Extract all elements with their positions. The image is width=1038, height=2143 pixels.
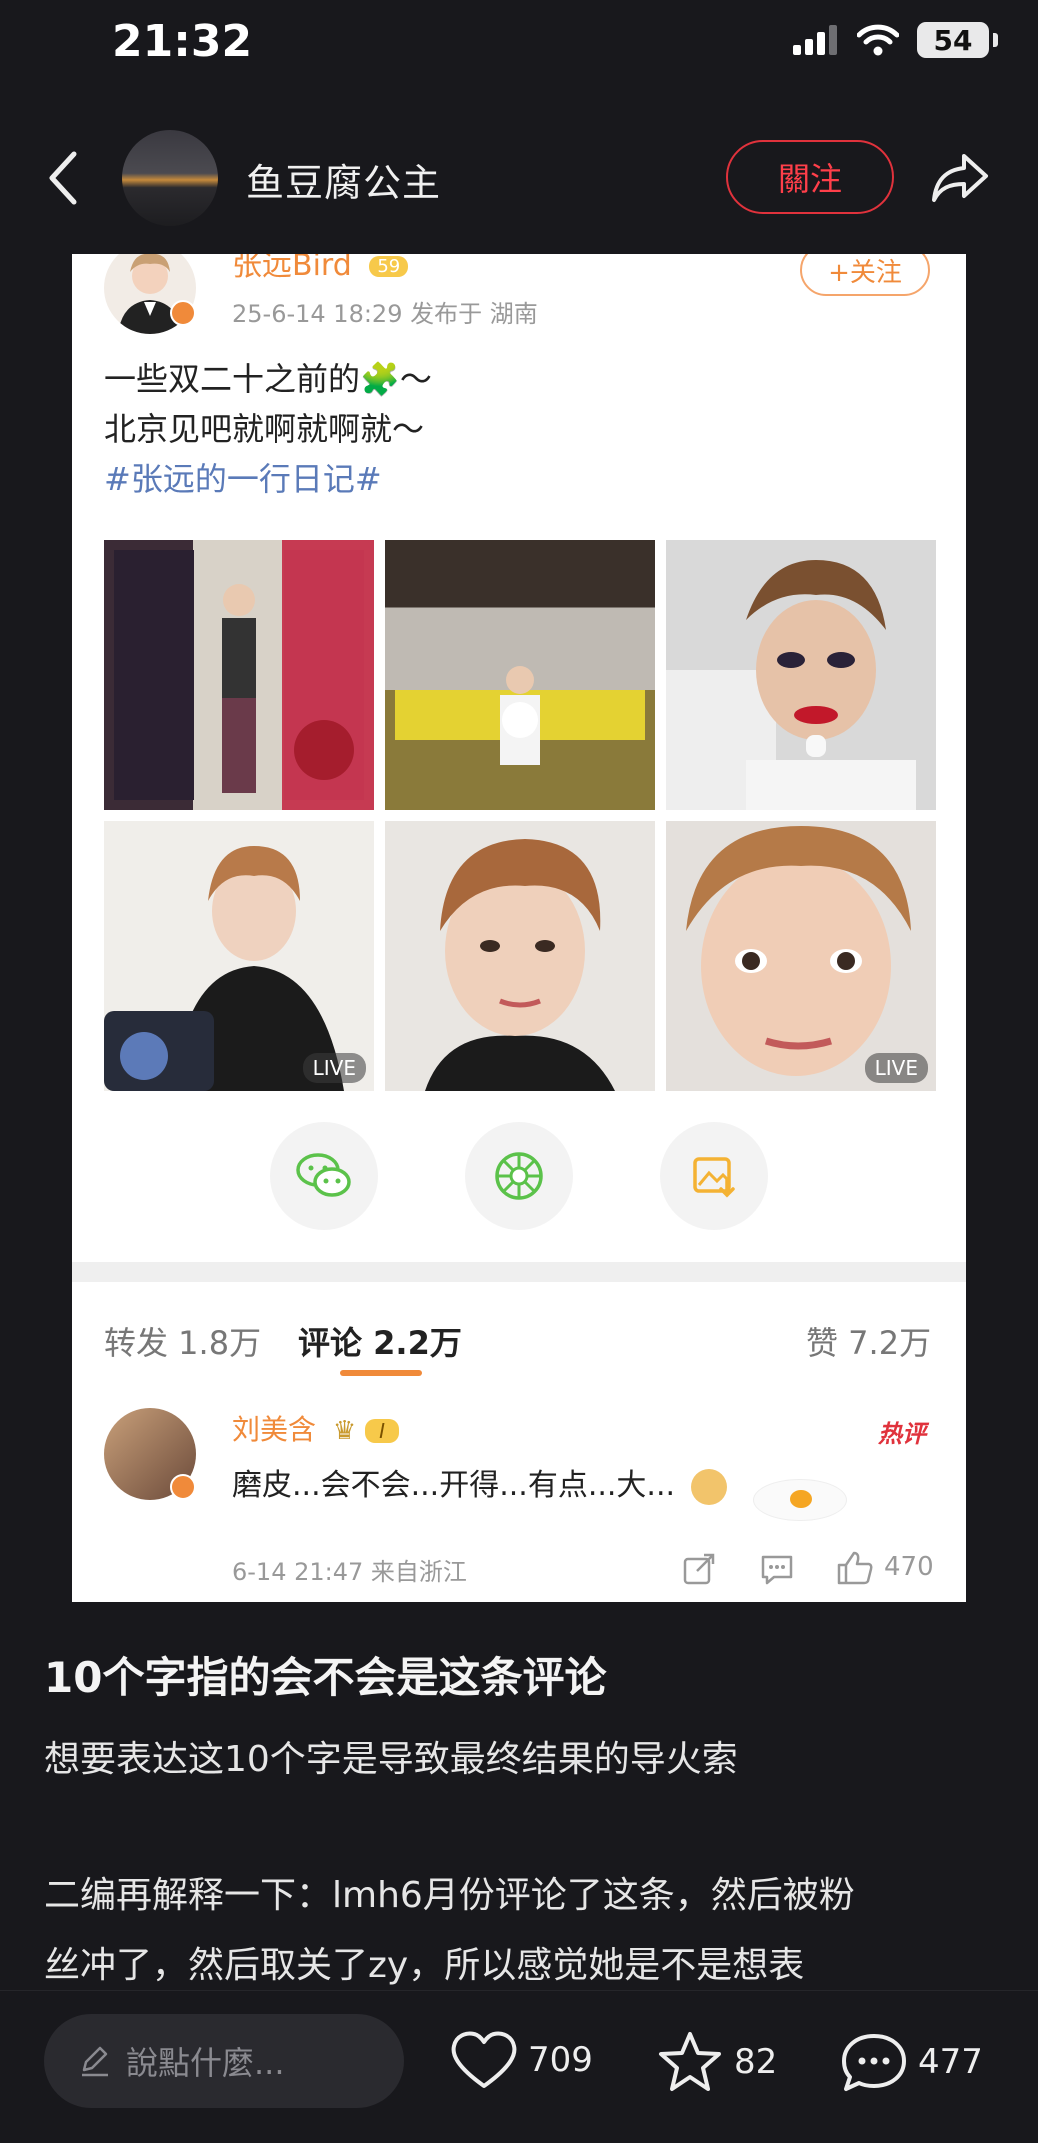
post-title: 10个字指的会不会是这条评论 — [44, 1653, 607, 1702]
repost-icon — [683, 1553, 715, 1585]
aperture-icon — [495, 1152, 543, 1200]
favorite-button[interactable]: 82 — [656, 2030, 777, 2094]
card-divider — [72, 1262, 966, 1282]
author-name[interactable]: 鱼豆腐公主 — [246, 152, 441, 207]
signal-icon — [793, 25, 837, 55]
weibo-username: 张远Bird 59 — [232, 254, 409, 284]
weibo-follow-button: +关注 — [800, 254, 930, 296]
tab-likes: 赞 7.2万 — [806, 1324, 932, 1362]
fan-level-badge: I — [365, 1419, 400, 1443]
comment-input[interactable]: 說點什麼... — [44, 2014, 404, 2108]
embedded-screenshot: 张远Bird 59 25-6-14 18:29 发布于 湖南 +关注 一些双二十… — [72, 254, 966, 1602]
follow-button[interactable]: 關注 — [726, 140, 894, 214]
post-text-line1: 一些双二十之前的🧩～ — [104, 360, 432, 398]
comment-icon — [761, 1555, 793, 1585]
post-hashtag: #张远的一行日记# — [104, 460, 382, 498]
commenter-name: 刘美含 ♛ I — [232, 1408, 400, 1448]
live-badge: LIVE — [864, 1053, 928, 1083]
photo-3 — [666, 540, 936, 810]
heart-icon — [451, 2031, 517, 2088]
photo-2 — [385, 540, 655, 810]
live-badge: LIVE — [302, 1053, 366, 1083]
tab-comments: 评论 2.2万 — [298, 1324, 462, 1362]
comment-like-count: 470 — [884, 1552, 934, 1582]
wifi-icon — [857, 24, 899, 56]
photo-1 — [104, 540, 374, 810]
chat-bubble-icon — [842, 2034, 906, 2091]
comment-placeholder: 說點什麼... — [126, 2044, 285, 2082]
author-avatar[interactable] — [122, 130, 218, 226]
weibo-username-text: 张远Bird — [232, 254, 352, 283]
photo-4: LIVE — [104, 821, 374, 1091]
battery-tip — [993, 33, 998, 47]
doge-emoji-icon — [690, 1468, 727, 1505]
comment-text-body: 磨皮...会不会...开得...有点...大... — [232, 1468, 676, 1503]
hot-comment-label: 热评 — [878, 1420, 926, 1448]
post-body-line3: 丝冲了，然后取关了zy，所以感觉她是不是想表 — [44, 1945, 805, 1986]
tab-repost: 转发 1.8万 — [104, 1324, 262, 1362]
verified-badge-icon — [170, 300, 196, 326]
photo-6: LIVE — [666, 821, 936, 1091]
photo-5 — [385, 821, 655, 1091]
post-text-line2: 北京见吧就啊就啊就～ — [104, 410, 425, 448]
share-icon[interactable] — [930, 150, 990, 204]
level-badge: 59 — [369, 256, 409, 277]
post-body-line1: 想要表达这10个字是导致最终结果的导火索 — [44, 1739, 738, 1780]
fried-egg-sticker-icon — [754, 1480, 846, 1520]
save-image-icon — [693, 1157, 735, 1198]
pencil-icon — [82, 2046, 108, 2077]
back-chevron-icon[interactable] — [44, 150, 84, 206]
thumbs-up-icon — [837, 1551, 873, 1585]
wechat-share-button — [270, 1122, 378, 1230]
battery-indicator: 54 — [917, 22, 989, 58]
favorite-count: 82 — [734, 2042, 778, 2082]
commenter-name-text: 刘美含 — [232, 1413, 317, 1446]
status-time: 21:32 — [112, 16, 253, 67]
crown-icon: ♛ — [332, 1416, 357, 1446]
like-button[interactable]: 709 — [450, 2030, 593, 2090]
comment-count: 477 — [918, 2042, 983, 2082]
star-icon — [659, 2032, 721, 2091]
post-body-line2: 二编再解释一下：lmh6月份评论了这条，然后被粉 — [44, 1875, 855, 1916]
verified-badge-icon — [170, 1474, 196, 1500]
comments-button[interactable]: 477 — [840, 2030, 983, 2094]
tab-active-indicator — [340, 1370, 422, 1376]
save-image-button — [660, 1122, 768, 1230]
wechat-icon — [296, 1153, 351, 1197]
status-icons: 54 — [793, 22, 998, 58]
like-count: 709 — [528, 2040, 593, 2080]
comment-text: 磨皮...会不会...开得...有点...大... — [232, 1460, 727, 1505]
moments-share-button — [465, 1122, 573, 1230]
post-time-location: 25-6-14 18:29 发布于 湖南 — [232, 300, 538, 328]
comment-meta: 6-14 21:47 来自浙江 — [232, 1558, 467, 1586]
